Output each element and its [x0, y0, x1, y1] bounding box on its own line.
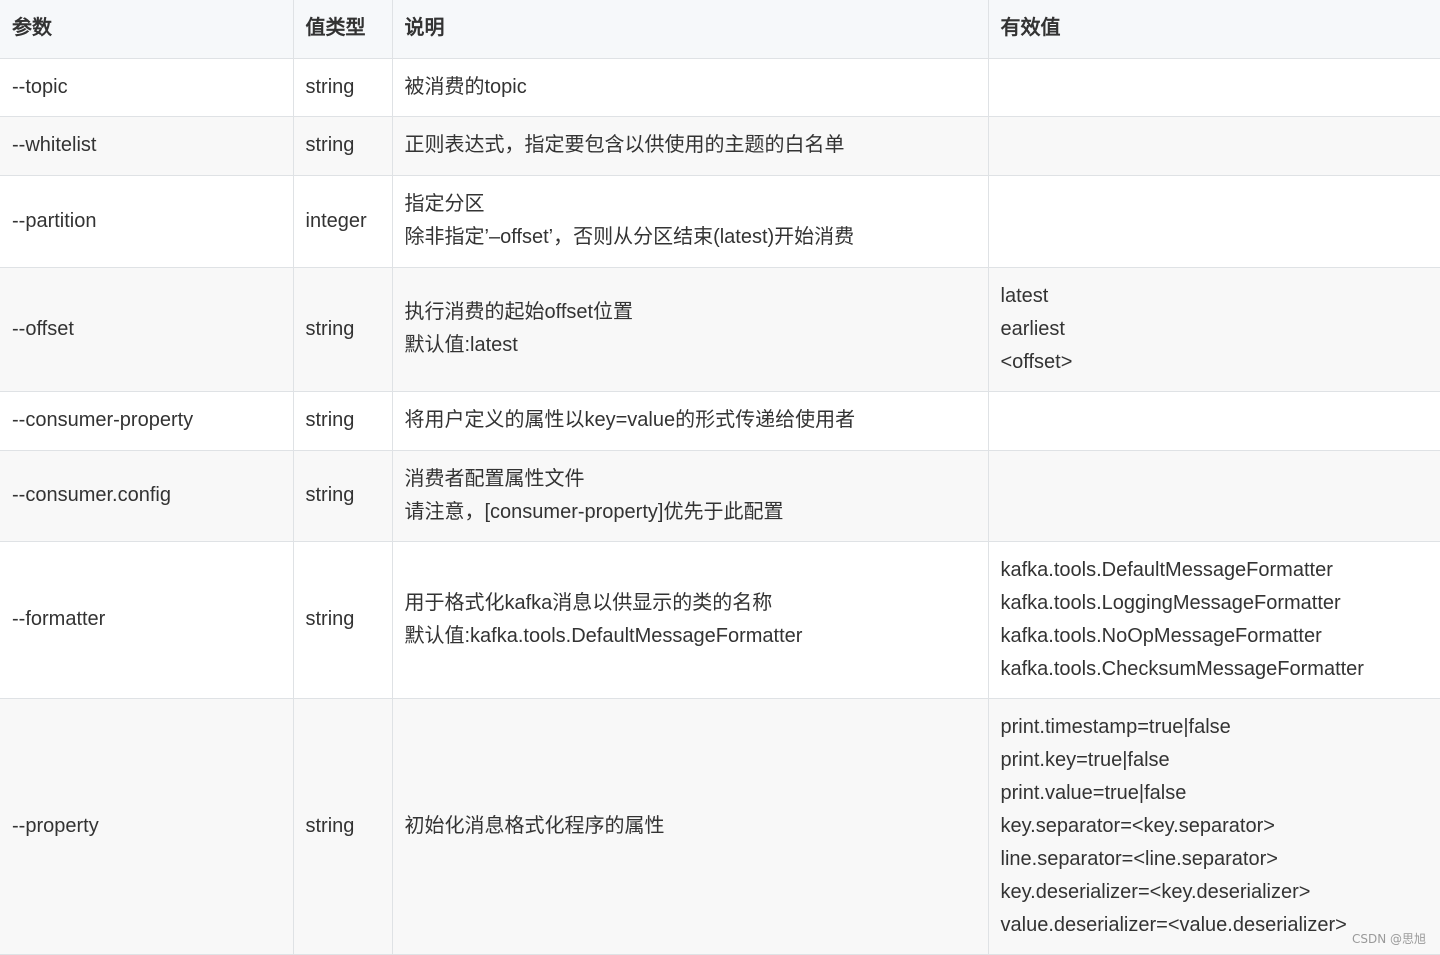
description-line: 将用户定义的属性以key=value的形式传递给使用者: [404, 409, 856, 431]
cell-param: --whitelist: [0, 115, 294, 176]
valid-value-line: earliest: [1000, 317, 1065, 340]
cell-valid-values: [987, 449, 1440, 542]
table-row: --partition integer 指定分区 除非指定’–offset’，否则从分…: [0, 174, 1440, 268]
table-row: --consumer-property string 将用户定义的属性以key=va…: [0, 390, 1440, 451]
cell-type: string: [292, 266, 393, 392]
cell-description: 用于格式化kafka消息以供显示的类的名称默认值:kafka.tools.Def…: [391, 540, 989, 699]
cell-description: 正则表达式，指定要包含以供使用的主题的白名单: [391, 115, 989, 176]
valid-value-line: print.value=true|false: [1000, 781, 1187, 804]
cell-param: --consumer-property: [0, 390, 294, 451]
table-row: --whitelist string 正则表达式，指定要包含以供使用的主题的白名单: [0, 115, 1440, 176]
parameters-table: 参数 值类型 说明 有效值 --topic string 被消费的topic --wh…: [0, 0, 1440, 955]
valid-value-line: <offset>: [1000, 350, 1073, 373]
cell-valid-values: print.timestamp=true|false print.key=true…: [987, 697, 1440, 955]
cell-type: string: [292, 115, 393, 176]
cell-valid-values: [987, 390, 1440, 451]
description-line: 消费者配置属性文件: [404, 467, 585, 490]
watermark: CSDN @思旭: [1351, 932, 1426, 946]
valid-value-line: key.deserializer=<key.deserializer>: [1000, 880, 1311, 903]
valid-value-line: kafka.tools.DefaultMessageFormatter: [1000, 558, 1333, 581]
cell-valid-values: [987, 115, 1440, 176]
cell-type: string: [292, 57, 393, 117]
description-line: 指定分区: [404, 193, 485, 215]
table-body: --topic string 被消费的topic --whitelist string 正…: [0, 57, 1440, 955]
description-line: 默认值:kafka.tools.DefaultMessageFormatter: [404, 624, 803, 647]
table-row: --formatter string 用于格式化kafka消息以供显示的类的名称 默认…: [0, 540, 1440, 699]
valid-value-line: print.key=true|false: [1000, 748, 1170, 771]
description-line: 初始化消息格式化程序的属性: [404, 814, 665, 837]
cell-valid-values: kafka.tools.DefaultMessageFormatter kafka…: [987, 540, 1440, 699]
table-row: --topic string 被消费的topic: [0, 57, 1440, 117]
valid-value-line: line.separator=<line.separator>: [1000, 847, 1278, 870]
cell-valid-values: latest earliest <offset>: [987, 266, 1440, 392]
cell-type: string: [292, 390, 393, 451]
header-type: 值类型: [292, 0, 393, 59]
cell-description: 消费者配置属性文件请注意，[consumer-property]优先于此配置: [391, 449, 989, 542]
cell-param: --property: [0, 697, 294, 955]
table-header-row: 参数 值类型 说明 有效值: [0, 0, 1440, 59]
cell-type: string: [292, 449, 393, 542]
cell-valid-values: [987, 57, 1440, 117]
table-row: --property string 初始化消息格式化程序的属性 print.times…: [0, 697, 1440, 955]
valid-value-line: latest: [1000, 284, 1049, 307]
cell-valid-values: [987, 174, 1440, 268]
description-line: 被消费的topic: [404, 75, 527, 98]
description-line: 默认值:latest: [404, 334, 518, 356]
cell-description: 指定分区除非指定’–offset’，否则从分区结束(latest)开始消费: [391, 174, 989, 268]
cell-description: 初始化消息格式化程序的属性: [391, 697, 989, 955]
cell-description: 执行消费的起始offset位置 默认值:latest: [391, 266, 989, 392]
valid-value-line: kafka.tools.LoggingMessageFormatter: [1000, 591, 1341, 614]
description-line: 除非指定’–offset’，否则从分区结束(latest)开始消费: [404, 226, 855, 248]
valid-value-line: key.separator=<key.separator>: [1000, 814, 1275, 837]
cell-param: --partition: [0, 174, 294, 268]
description-line: 用于格式化kafka消息以供显示的类的名称: [404, 591, 773, 614]
cell-param: --formatter: [0, 540, 294, 699]
cell-type: integer: [292, 174, 393, 268]
description-line: 请注意，[consumer-property]优先于此配置: [404, 500, 784, 523]
valid-value-line: kafka.tools.NoOpMessageFormatter: [1000, 624, 1322, 647]
description-line: 正则表达式，指定要包含以供使用的主题的白名单: [404, 134, 845, 156]
cell-description: 将用户定义的属性以key=value的形式传递给使用者: [391, 390, 989, 451]
header-description: 说明: [391, 0, 989, 59]
description-line: 执行消费的起始offset位置: [404, 301, 634, 323]
cell-param: --topic: [0, 57, 294, 117]
valid-value-line: kafka.tools.ChecksumMessageFormatter: [1000, 657, 1364, 680]
table-row: --consumer.config string 消费者配置属性文件 请注意，[con…: [0, 449, 1440, 542]
cell-type: string: [292, 540, 393, 699]
cell-param: --consumer.config: [0, 449, 294, 542]
header-valid-values: 有效值: [987, 0, 1440, 59]
valid-value-line: print.timestamp=true|false: [1000, 715, 1231, 738]
cell-param: --offset: [0, 266, 294, 392]
cell-type: string: [292, 697, 393, 955]
table-row: --offset string 执行消费的起始offset位置 默认值:latest l…: [0, 266, 1440, 392]
cell-description: 被消费的topic: [391, 57, 989, 117]
header-param: 参数: [0, 0, 294, 59]
